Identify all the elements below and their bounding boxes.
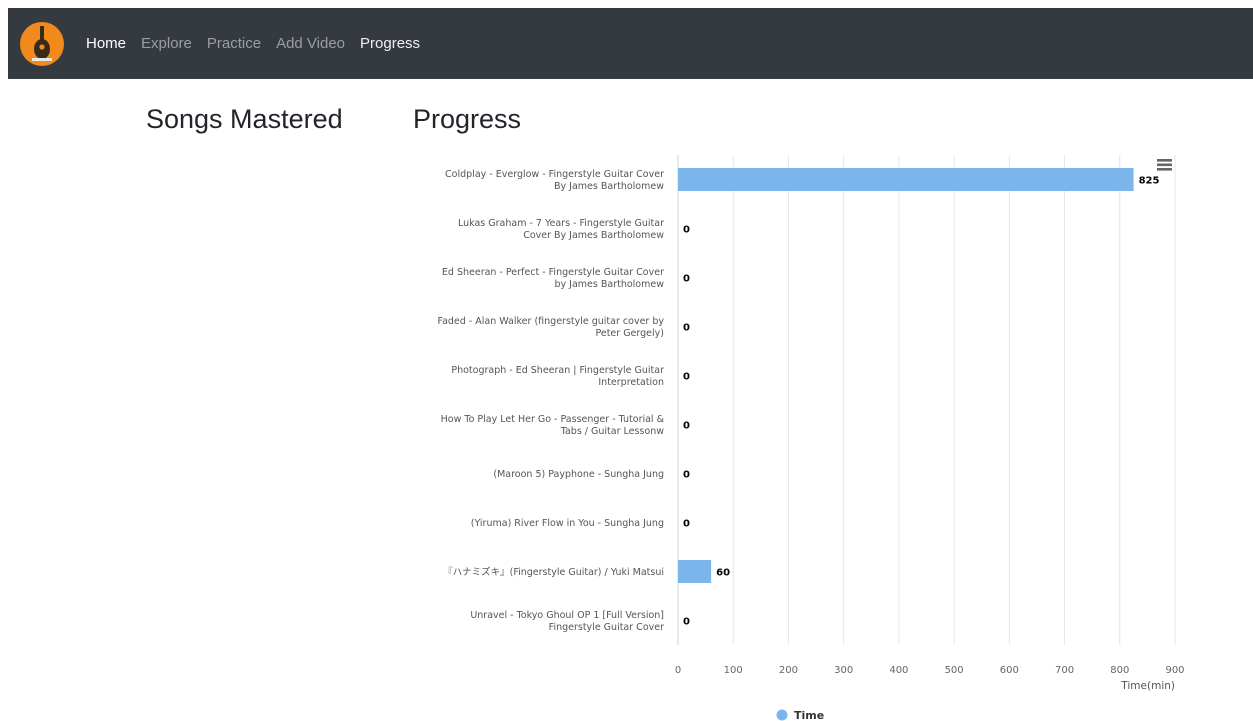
navbar: Home Explore Practice Add Video Progress xyxy=(8,8,1253,79)
category-label-3: Faded - Alan Walker (fingerstyle guitar … xyxy=(437,316,664,339)
category-label-line: 『ハナミズキ』(Fingerstyle Guitar) / Yuki Matsu… xyxy=(443,566,664,578)
x-tick-label-4: 400 xyxy=(889,665,908,676)
x-tick-label-9: 900 xyxy=(1165,665,1184,676)
guitar-logo-icon[interactable] xyxy=(20,21,64,66)
x-tick-label-3: 300 xyxy=(834,665,853,676)
progress-chart-svg: Coldplay - Everglow - Fingerstyle Guitar… xyxy=(437,155,1185,721)
nav-practice[interactable]: Practice xyxy=(207,35,261,52)
category-label-4: Photograph - Ed Sheeran | Fingerstyle Gu… xyxy=(451,365,664,388)
category-label-line: Faded - Alan Walker (fingerstyle guitar … xyxy=(437,316,664,327)
nav-home[interactable]: Home xyxy=(86,35,126,52)
category-label-7: (Yiruma) River Flow in You - Sungha Jung xyxy=(471,518,664,529)
x-tick-label-1: 100 xyxy=(724,665,743,676)
category-label-line: Peter Gergely) xyxy=(595,328,664,339)
x-tick-label-5: 500 xyxy=(945,665,964,676)
x-axis-title: Time(min) xyxy=(1120,680,1175,692)
category-label-line: Cover By James Bartholomew xyxy=(523,230,664,241)
category-label-5: How To Play Let Her Go - Passenger - Tut… xyxy=(441,414,665,437)
x-tick-label-8: 800 xyxy=(1110,665,1129,676)
data-label-4: 0 xyxy=(683,372,690,383)
category-label-line: How To Play Let Her Go - Passenger - Tut… xyxy=(441,414,665,425)
bar-8[interactable] xyxy=(678,560,712,583)
category-label-8: 『ハナミズキ』(Fingerstyle Guitar) / Yuki Matsu… xyxy=(443,566,664,578)
nav-progress[interactable]: Progress xyxy=(360,35,420,52)
category-label-6: (Maroon 5) Payphone - Sungha Jung xyxy=(493,469,664,480)
category-label-line: Unravel - Tokyo Ghoul OP 1 [Full Version… xyxy=(470,610,664,621)
hamburger-icon[interactable] xyxy=(1157,159,1172,162)
hamburger-icon[interactable] xyxy=(1157,168,1172,171)
data-label-2: 0 xyxy=(683,274,690,285)
category-label-line: Lukas Graham - 7 Years - Fingerstyle Gui… xyxy=(458,218,664,229)
data-label-8: 60 xyxy=(716,568,730,579)
data-label-6: 0 xyxy=(683,470,690,481)
data-label-5: 0 xyxy=(683,421,690,432)
category-label-line: Interpretation xyxy=(598,377,664,388)
nav-add-video[interactable]: Add Video xyxy=(276,35,345,52)
data-label-3: 0 xyxy=(683,323,690,334)
progress-chart: Coldplay - Everglow - Fingerstyle Guitar… xyxy=(410,145,1200,721)
x-tick-label-0: 0 xyxy=(675,665,681,676)
data-label-9: 0 xyxy=(683,617,690,628)
x-tick-label-7: 700 xyxy=(1055,665,1074,676)
category-label-2: Ed Sheeran - Perfect - Fingerstyle Guita… xyxy=(442,267,664,290)
category-label-line: Photograph - Ed Sheeran | Fingerstyle Gu… xyxy=(451,365,664,376)
category-label-line: Tabs / Guitar Lessonw xyxy=(560,426,664,437)
category-label-0: Coldplay - Everglow - Fingerstyle Guitar… xyxy=(445,169,664,192)
progress-title: Progress xyxy=(413,104,522,134)
legend-label-time[interactable]: Time xyxy=(794,709,824,721)
category-label-line: Fingerstyle Guitar Cover xyxy=(549,622,664,633)
category-label-line: By James Bartholomew xyxy=(554,181,664,192)
nav-explore[interactable]: Explore xyxy=(141,35,192,52)
legend-marker-time[interactable] xyxy=(776,709,788,721)
category-label-line: (Maroon 5) Payphone - Sungha Jung xyxy=(493,469,664,480)
data-label-0: 825 xyxy=(1139,176,1160,187)
category-label-line: Coldplay - Everglow - Fingerstyle Guitar… xyxy=(445,169,664,180)
category-label-1: Lukas Graham - 7 Years - Fingerstyle Gui… xyxy=(458,218,664,241)
songs-mastered-title: Songs Mastered xyxy=(146,104,343,134)
bar-0[interactable] xyxy=(678,168,1134,191)
category-label-line: (Yiruma) River Flow in You - Sungha Jung xyxy=(471,518,664,529)
category-label-9: Unravel - Tokyo Ghoul OP 1 [Full Version… xyxy=(470,610,664,633)
category-label-line: Ed Sheeran - Perfect - Fingerstyle Guita… xyxy=(442,267,664,278)
data-label-1: 0 xyxy=(683,225,690,236)
x-tick-label-2: 200 xyxy=(779,665,798,676)
hamburger-icon[interactable] xyxy=(1157,163,1172,167)
data-label-7: 0 xyxy=(683,519,690,530)
x-tick-label-6: 600 xyxy=(1000,665,1019,676)
category-label-line: by James Bartholomew xyxy=(555,279,665,290)
